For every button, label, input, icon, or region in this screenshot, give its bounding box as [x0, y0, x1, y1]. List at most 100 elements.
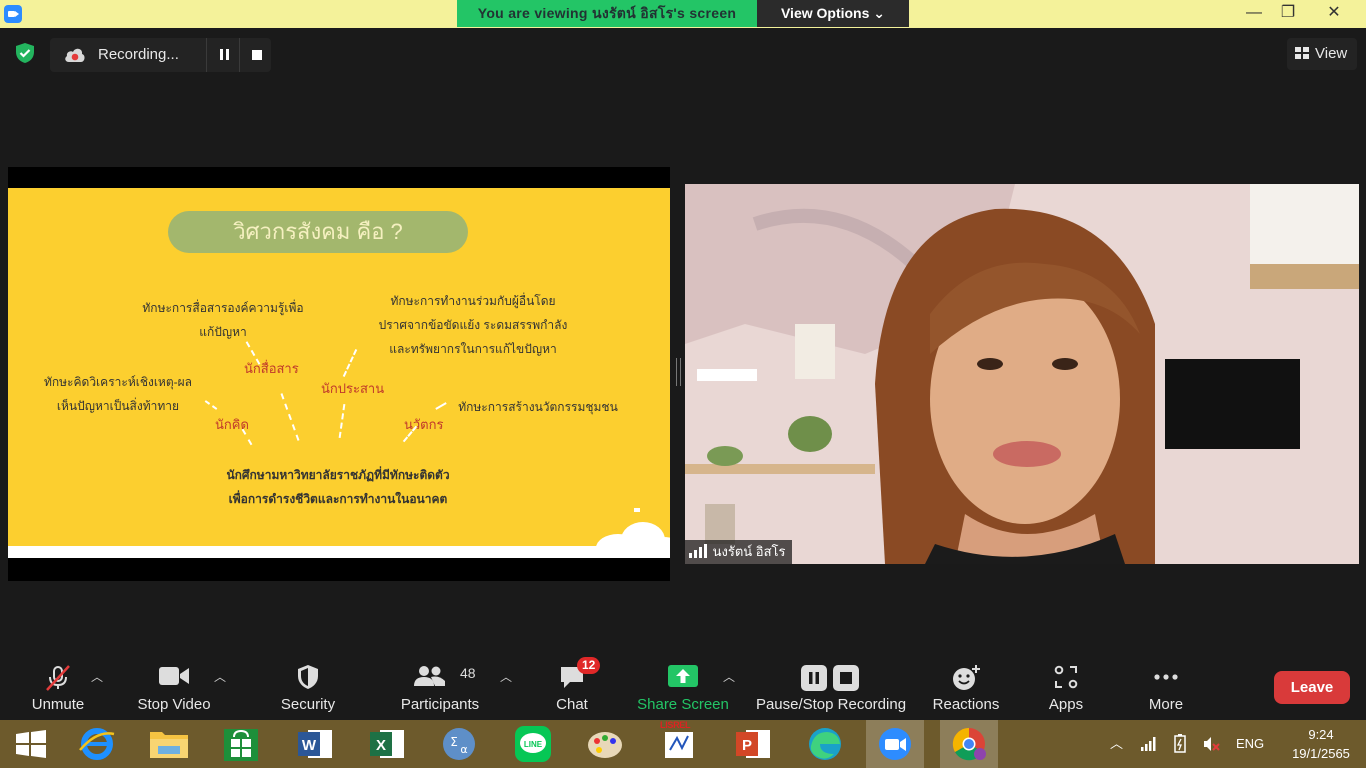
- slide-text-line: เห็นปัญหาเป็นสิ่งท้าทาย: [56, 399, 180, 413]
- view-label: View: [1315, 45, 1348, 62]
- clock-date: 19/1/2565: [1292, 746, 1350, 761]
- taskbar-powerpoint[interactable]: P: [724, 720, 782, 768]
- share-screen-label: Share Screen: [637, 696, 729, 713]
- svg-text:W: W: [302, 737, 317, 754]
- apps-label: Apps: [1048, 696, 1084, 713]
- view-button[interactable]: View: [1287, 38, 1357, 70]
- participants-options-chevron-icon[interactable]: ︿: [500, 668, 512, 684]
- input-language[interactable]: ENG: [1236, 720, 1264, 768]
- participants-count: 48: [460, 665, 476, 681]
- reactions-button[interactable]: Reactions: [928, 650, 1004, 720]
- taskbar-internet-explorer[interactable]: [68, 720, 126, 768]
- powerpoint-icon: P: [736, 730, 770, 758]
- battery-charging-icon[interactable]: [1172, 734, 1188, 754]
- recording-indicator: Recording...: [50, 38, 271, 72]
- slide-text-line: ทักษะการสื่อสารองค์ความรู้เพื่อ: [142, 301, 304, 315]
- security-button[interactable]: Security: [268, 650, 348, 720]
- meeting-toolbar: Unmute ︿ Stop Video ︿ Security 48 Partic…: [0, 650, 1366, 720]
- unmute-button[interactable]: Unmute: [18, 650, 98, 720]
- taskbar-word[interactable]: W: [286, 720, 344, 768]
- svg-text:α: α: [460, 743, 467, 756]
- stop-video-button[interactable]: Stop Video: [130, 650, 218, 720]
- share-screen-button[interactable]: Share Screen: [636, 650, 730, 720]
- share-screen-arrow-icon: [668, 665, 698, 687]
- viewing-banner: You are viewing นงรัตน์ อิสโร's screen: [457, 0, 757, 27]
- title-bar: You are viewing นงรัตน์ อิสโร's screen V…: [0, 0, 1366, 28]
- signal-strength-icon: [689, 544, 709, 559]
- line-app-icon: LINE: [515, 726, 551, 762]
- more-button[interactable]: More: [1136, 650, 1196, 720]
- word-icon: W: [298, 730, 332, 758]
- windows-taskbar: W X Σ α LINE LISREL P ︿ ENG 9:24 19/1/25…: [0, 720, 1366, 768]
- share-options-chevron-icon[interactable]: ︿: [723, 668, 735, 684]
- taskbar-edge[interactable]: [796, 720, 854, 768]
- apps-button[interactable]: Apps: [1036, 650, 1096, 720]
- zoom-app-icon: [879, 728, 911, 760]
- lisrel-label: LISREL: [660, 720, 691, 730]
- pause-stop-recording-label: Pause/Stop Recording: [755, 696, 907, 713]
- slide-text: ทักษะคิดวิเคราะห์เชิงเหตุ-ผล เห็นปัญหาเป…: [28, 370, 208, 418]
- taskbar-line[interactable]: LINE: [504, 720, 562, 768]
- view-options-button[interactable]: View Options ⌄: [757, 0, 909, 27]
- pause-stop-recording-icon: [801, 665, 859, 691]
- store-bag-icon: [224, 729, 258, 761]
- slide-text-line: ทักษะการทำงานร่วมกับผู้อื่นโดย: [390, 294, 556, 308]
- taskbar-excel[interactable]: X: [358, 720, 416, 768]
- grid-view-icon: [1295, 47, 1309, 59]
- video-frame-image: [685, 184, 1359, 564]
- video-camera-icon: [159, 667, 189, 685]
- slide-text-line: ปราศจากข้อขัดแย้ง ระดมสรรพกำลัง: [378, 318, 568, 332]
- start-button[interactable]: [2, 720, 60, 768]
- dashed-connector: [435, 402, 447, 410]
- audio-options-chevron-icon[interactable]: ︿: [91, 668, 103, 684]
- view-options-label: View Options: [780, 5, 870, 21]
- network-signal-icon[interactable]: [1140, 736, 1156, 752]
- security-shield-icon: [298, 665, 318, 689]
- close-button[interactable]: ✕: [1314, 0, 1354, 28]
- zoom-logo-icon: [4, 5, 22, 23]
- stop-recording-button[interactable]: [243, 44, 271, 66]
- pause-stop-recording-button[interactable]: Pause/Stop Recording: [752, 650, 910, 720]
- divider: [206, 38, 207, 72]
- dashed-connector: [280, 393, 300, 441]
- svg-text:P: P: [742, 737, 752, 754]
- encryption-shield-icon[interactable]: [14, 42, 36, 64]
- shared-screen[interactable]: วิศวกรสังคม คือ ? ทักษะการสื่อสารองค์ควา…: [8, 167, 670, 581]
- more-dots-icon: [1154, 674, 1178, 680]
- participants-button[interactable]: 48 Participants: [396, 650, 484, 720]
- slide-text-line: แก้ปัญหา: [199, 325, 247, 339]
- taskbar-math-input[interactable]: Σ α: [430, 720, 488, 768]
- taskbar-zoom[interactable]: [866, 720, 924, 768]
- speaker-muted-icon[interactable]: [1202, 735, 1220, 753]
- slide-label: นักสื่อสาร: [244, 361, 299, 376]
- apps-icon: [1054, 665, 1078, 689]
- reactions-label: Reactions: [932, 696, 1000, 713]
- pause-recording-button[interactable]: [210, 44, 238, 66]
- slide-text-line: ทักษะคิดวิเคราะห์เชิงเหตุ-ผล: [43, 375, 193, 389]
- slide-text: นักศึกษามหาวิทยาลัยราชภัฏที่มีทักษะติดตั…: [203, 463, 473, 511]
- paint-palette-icon: [588, 732, 622, 758]
- video-options-chevron-icon[interactable]: ︿: [214, 668, 226, 684]
- recording-label: Recording...: [98, 46, 179, 63]
- taskbar-lisrel[interactable]: LISREL: [650, 720, 708, 768]
- slide-title: วิศวกรสังคม คือ ?: [168, 211, 468, 253]
- show-hidden-icons-chevron-icon[interactable]: ︿: [1110, 720, 1123, 768]
- system-clock[interactable]: 9:24 19/1/2565: [1286, 725, 1356, 763]
- participant-video[interactable]: นงรัตน์ อิสโร: [685, 184, 1359, 564]
- restore-button[interactable]: ❐: [1268, 0, 1308, 28]
- taskbar-chrome[interactable]: [940, 720, 998, 768]
- taskbar-paint[interactable]: [576, 720, 634, 768]
- leave-button[interactable]: Leave: [1274, 671, 1350, 704]
- taskbar-file-explorer[interactable]: [140, 720, 198, 768]
- participant-name: นงรัตน์ อิสโร: [712, 544, 786, 559]
- slide-footer-band: [8, 546, 670, 558]
- split-resize-handle[interactable]: [676, 358, 681, 386]
- file-explorer-folder-icon: [150, 732, 188, 758]
- chat-label: Chat: [556, 696, 588, 713]
- unmute-label: Unmute: [31, 696, 85, 713]
- slide-text: ทักษะการสร้างนวัตกรรมชุมชน: [458, 400, 618, 414]
- taskbar-store[interactable]: [212, 720, 270, 768]
- more-label: More: [1148, 696, 1184, 713]
- chevron-down-icon: ⌄: [873, 5, 886, 21]
- security-label: Security: [280, 696, 336, 713]
